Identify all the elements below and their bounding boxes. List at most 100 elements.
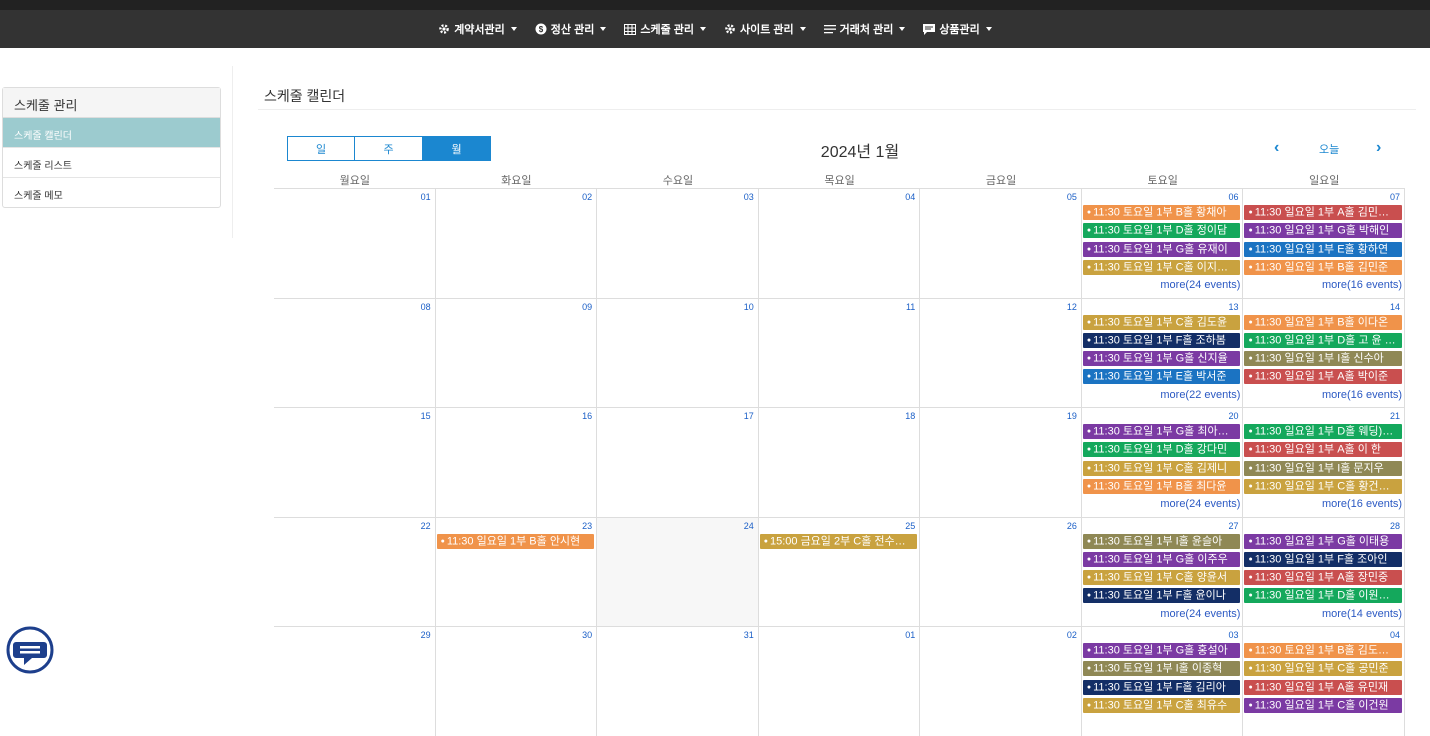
calendar-event[interactable]: ● 15:00 금요일 2부 C홀 전수현 ... (759, 533, 918, 549)
calendar-day-cell[interactable]: 28 ● 11:30 일요일 1부 G홀 이태용 ● 11:30 일요일 1부 F홀 조… (1243, 517, 1406, 626)
more-events-link[interactable]: more(24 events) (1160, 498, 1240, 510)
more-events-link[interactable]: more(16 events) (1322, 498, 1402, 510)
day-number[interactable]: 10 (744, 302, 754, 312)
calendar-day-cell[interactable]: 17 (597, 408, 759, 517)
day-number[interactable]: 22 (421, 521, 431, 531)
day-number[interactable]: 01 (905, 630, 915, 640)
calendar-event[interactable]: ● 11:30 토요일 1부 B홀 최다윤 (1082, 478, 1241, 494)
day-number[interactable]: 06 (1228, 192, 1238, 202)
day-number[interactable]: 02 (582, 192, 592, 202)
more-events-link[interactable]: more(14 events) (1322, 608, 1402, 620)
calendar-event[interactable]: ● 11:30 일요일 1부 A홀 김민재••• (1244, 205, 1403, 220)
sidebar-item-3[interactable]: 스케줄 메모 (3, 178, 220, 207)
calendar-event[interactable]: ● 11:30 토요일 1부 F홀 조하봄 (1082, 332, 1241, 348)
day-number[interactable]: 04 (905, 192, 915, 202)
calendar-day-cell[interactable]: 16 (436, 408, 598, 517)
calendar-event[interactable]: ● 11:30 일요일 1부 D홀 고 윤 아... (1244, 332, 1403, 348)
more-events-link[interactable]: more(24 events) (1160, 279, 1240, 291)
calendar-event[interactable]: ● 11:30 토요일 1부 C홀 김제니 (1082, 460, 1241, 476)
calendar-day-cell[interactable]: 01 (759, 627, 921, 736)
calendar-event[interactable]: ● 11:30 토요일 1부 F홀 윤이나 (1082, 588, 1241, 604)
calendar-event[interactable]: ● 11:30 토요일 1부 C홀 김도윤 (1082, 314, 1241, 330)
calendar-day-cell[interactable]: 03 ● 11:30 토요일 1부 G홀 홍설아 ● 11:30 토요일 1부 I홀 이… (1082, 627, 1244, 736)
day-number[interactable]: 14 (1390, 302, 1400, 312)
calendar-event[interactable]: ● 11:30 토요일 1부 G홀 이주우 (1082, 551, 1241, 567)
calendar-day-cell[interactable]: 30 (436, 627, 598, 736)
day-number[interactable]: 08 (421, 302, 431, 312)
calendar-day-cell[interactable]: 15 (274, 408, 436, 517)
day-number[interactable]: 20 (1228, 411, 1238, 421)
day-number[interactable]: 01 (421, 192, 431, 202)
day-number[interactable]: 11 (906, 302, 915, 312)
calendar-day-cell[interactable]: 04 (759, 189, 921, 298)
day-number[interactable]: 13 (1228, 302, 1238, 312)
calendar-day-cell[interactable]: 04 ● 11:30 토요일 1부 B홀 김도아 ... ● 11:30 일요일 1부 … (1243, 627, 1406, 736)
day-number[interactable]: 02 (1067, 630, 1077, 640)
calendar-day-cell[interactable]: 24 (597, 517, 759, 626)
view-button-3[interactable]: 월 (423, 136, 491, 161)
calendar-event[interactable]: ● 11:30 일요일 1부 B홀 이다온 (1244, 314, 1403, 330)
calendar-event[interactable]: ● 11:30 일요일 1부 I홀 문지우 (1244, 460, 1403, 476)
calendar-day-cell[interactable]: 14 ● 11:30 일요일 1부 B홀 이다온 ● 11:30 일요일 1부 D홀 고… (1243, 298, 1406, 407)
day-number[interactable]: 17 (744, 411, 754, 421)
day-number[interactable]: 26 (1067, 521, 1077, 531)
day-number[interactable]: 03 (744, 192, 754, 202)
calendar-event[interactable]: ● 11:30 일요일 1부 A홀 박이준 (1244, 369, 1403, 385)
nav-menu-3[interactable]: 스케줄 관리 (624, 21, 706, 37)
calendar-day-cell[interactable]: 11 (759, 298, 921, 407)
calendar-event[interactable]: ● 11:30 일요일 1부 A홀 장민중 (1244, 570, 1403, 586)
calendar-day-cell[interactable]: 12 (920, 298, 1082, 407)
calendar-day-cell[interactable]: 13 ● 11:30 토요일 1부 C홀 김도윤 ● 11:30 토요일 1부 F홀 조… (1082, 298, 1244, 407)
nav-menu-5[interactable]: 거래처 관리 (823, 21, 906, 37)
calendar-event[interactable]: ● 11:30 일요일 1부 G홀 이태용 (1244, 533, 1403, 549)
calendar-event[interactable]: ● 11:30 일요일 1부 I홀 신수아 (1244, 351, 1403, 367)
calendar-event[interactable]: ● 11:30 토요일 1부 B홀 황채아 (1082, 205, 1241, 220)
calendar-day-cell[interactable]: 26 (920, 517, 1082, 626)
nav-menu-6[interactable]: 상품관리 (923, 21, 992, 37)
calendar-day-cell[interactable]: 06 ● 11:30 토요일 1부 B홀 황채아 ● 11:30 토요일 1부 D홀 정… (1082, 189, 1244, 298)
day-number[interactable]: 25 (905, 521, 915, 531)
calendar-event[interactable]: ● 11:30 토요일 1부 D홀 강다민 (1082, 442, 1241, 458)
calendar-day-cell[interactable]: 23 ● 11:30 일요일 1부 B홀 안시현 (436, 517, 598, 626)
calendar-day-cell[interactable]: 02 (920, 627, 1082, 736)
view-button-1[interactable]: 일 (287, 136, 355, 161)
day-number[interactable]: 04 (1390, 630, 1400, 640)
nav-menu-1[interactable]: 계약서관리 (438, 21, 517, 37)
calendar-event[interactable]: ● 11:30 일요일 1부 B홀 김민준 (1244, 259, 1403, 275)
chevron-right-icon[interactable]: › (1376, 139, 1381, 157)
calendar-event[interactable]: ● 11:30 일요일 1부 D홀 웨딩)김... (1244, 424, 1403, 439)
calendar-day-cell[interactable]: 09 (436, 298, 598, 407)
more-events-link[interactable]: more(16 events) (1322, 389, 1402, 401)
calendar-event[interactable]: ● 11:30 일요일 1부 G홀 박해인 (1244, 223, 1403, 239)
calendar-event[interactable]: ● 11:30 일요일 1부 C홀 공민준 (1244, 661, 1403, 677)
calendar-event[interactable]: ● 11:30 토요일 1부 B홀 김도아 ... (1244, 643, 1403, 658)
calendar-event[interactable]: ● 11:30 토요일 1부 G홀 홍설아 (1082, 643, 1241, 658)
more-events-link[interactable]: more(24 events) (1160, 608, 1240, 620)
calendar-event[interactable]: ● 11:30 일요일 1부 F홀 조아인 (1244, 551, 1403, 567)
calendar-event[interactable]: ● 11:30 토요일 1부 G홀 최아윤 ... (1082, 424, 1241, 439)
calendar-event[interactable]: ● 11:30 토요일 1부 G홀 유재이 (1082, 241, 1241, 257)
calendar-day-cell[interactable]: 10 (597, 298, 759, 407)
calendar-event[interactable]: ● 11:30 일요일 1부 A홀 유민재 (1244, 679, 1403, 695)
sidebar-item-2[interactable]: 스케줄 리스트 (3, 148, 220, 178)
day-number[interactable]: 12 (1067, 302, 1077, 312)
calendar-event[interactable]: ● 11:30 일요일 1부 C홀 황건웅,... (1244, 478, 1403, 494)
calendar-event[interactable]: ● 11:30 토요일 1부 F홀 김리아 (1082, 679, 1241, 695)
calendar-event[interactable]: ● 11:30 토요일 1부 C홀 최유수 (1082, 697, 1241, 713)
calendar-event[interactable]: ● 11:30 토요일 1부 I홀 이종혁 (1082, 661, 1241, 677)
day-number[interactable]: 28 (1390, 521, 1400, 531)
day-number[interactable]: 31 (744, 630, 754, 640)
day-number[interactable]: 05 (1067, 192, 1077, 202)
calendar-day-cell[interactable]: 22 (274, 517, 436, 626)
more-events-link[interactable]: more(22 events) (1160, 389, 1240, 401)
day-number[interactable]: 21 (1390, 411, 1400, 421)
calendar-event[interactable]: ● 11:30 일요일 1부 A홀 이 한 (1244, 442, 1403, 458)
calendar-day-cell[interactable]: 21 ● 11:30 일요일 1부 D홀 웨딩)김... ● 11:30 일요일 1부 … (1243, 408, 1406, 517)
calendar-day-cell[interactable]: 25 ● 15:00 금요일 2부 C홀 전수현 ... (759, 517, 921, 626)
calendar-event[interactable]: ● 11:30 토요일 1부 D홀 정이담 (1082, 223, 1241, 239)
calendar-event[interactable]: ● 11:30 토요일 1부 I홀 윤슬아 (1082, 533, 1241, 549)
calendar-event[interactable]: ● 11:30 일요일 1부 D홀 이원학 ... (1244, 588, 1403, 604)
more-events-link[interactable]: more(16 events) (1322, 279, 1402, 291)
calendar-day-cell[interactable]: 02 (436, 189, 598, 298)
calendar-day-cell[interactable]: 05 (920, 189, 1082, 298)
